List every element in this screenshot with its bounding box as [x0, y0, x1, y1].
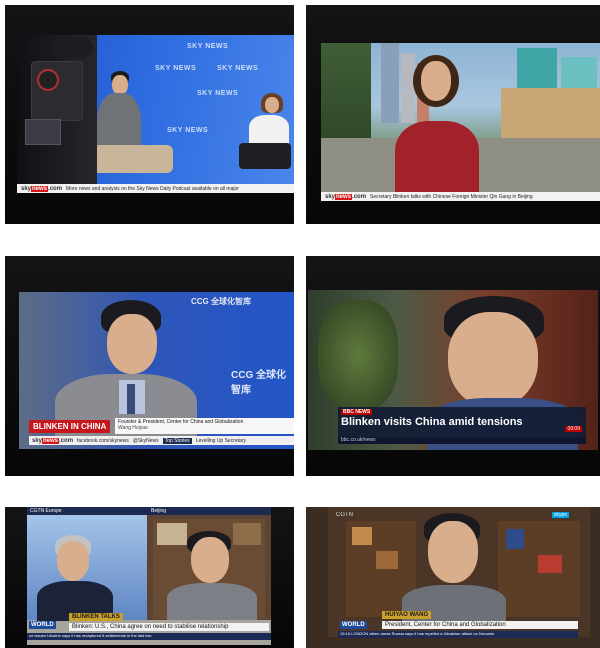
camera-lens-icon [37, 69, 59, 91]
armchair [93, 145, 173, 173]
microphone-icon [51, 37, 93, 57]
news-ticker: ue issues Ukraine says it has recaptured… [27, 633, 271, 640]
plant-foliage [318, 300, 398, 410]
location-label: Beijing [151, 508, 167, 514]
guest-strap: BLINKEN TALKS [69, 613, 123, 621]
guest-name: Wang Huiyao [118, 425, 148, 431]
strap-caption: Blinken: U.S., China agree on need to st… [69, 623, 269, 631]
book [157, 523, 187, 545]
ccg-backdrop-text: CCG 全球化智库 [191, 297, 251, 306]
guest-head [107, 314, 157, 374]
news-ticker: 15:16 LONDON athen areas Russia says it … [338, 631, 578, 638]
headline-text: Blinken visits China amid tensions [341, 416, 523, 428]
sky-news-logo: skynews.com [21, 185, 63, 192]
guest-head [428, 521, 478, 583]
book [233, 523, 261, 545]
tv-photo-cgtn-skype: CGTN skype WORLD HUIYAO WANG President, … [306, 507, 600, 648]
sky-news-logo: skynews.com [32, 437, 74, 444]
footer-link: facebook.com/skynews [77, 437, 129, 444]
book [352, 527, 372, 545]
guest-head [191, 537, 229, 583]
cgtn-header-bar: CGTN Europe Beijing [27, 507, 271, 515]
wall-logo-text: SKY NEWS [155, 65, 197, 72]
tv-screen: SKY NEWS SKY NEWS SKY NEWS SKY NEWS SKY … [17, 35, 294, 193]
tv-photo-sky-interview: CCG 全球化智库 CCG 全球化智库 Founder & President,… [5, 256, 294, 476]
top-stories-badge: Top Stories [162, 437, 192, 444]
tv-photo-correspondent: skynews.com Secretary Blinken talks with… [306, 5, 600, 224]
headline-strap: BLINKEN IN CHINA [29, 420, 111, 433]
lower-third-caption: Founder & President, Center for China an… [115, 418, 294, 434]
wall-logo-text: SKY NEWS [197, 90, 239, 97]
news-ticker: skynews.com Secretary Blinken talks with… [321, 192, 600, 201]
book [506, 529, 524, 549]
channel-label: CGTN Europe [30, 508, 62, 514]
sky-news-logo: skynews.com [325, 193, 367, 200]
tv-screen: skynews.com Secretary Blinken talks with… [321, 43, 600, 201]
strap-caption: President, Center for China and Globaliz… [382, 621, 578, 629]
interviewee-trousers [239, 143, 291, 169]
book [376, 551, 398, 569]
book [538, 555, 562, 573]
tv-screen: CCG 全球化智库 CCG 全球化智库 Founder & President,… [19, 292, 294, 449]
bbc-headline-strap: BBC NEWS Blinken visits China amid tensi… [338, 407, 586, 437]
ticker-text: More news and analysis on the Sky News D… [66, 185, 239, 192]
footer-link: @SkyNews [132, 437, 159, 444]
guest-suit [167, 583, 257, 620]
guest-strap: HUIYAO WANG [382, 611, 432, 619]
correspondent-head [421, 61, 451, 101]
tv-photo-interview-studio: SKY NEWS SKY NEWS SKY NEWS SKY NEWS SKY … [5, 5, 294, 224]
camera-monitor [25, 119, 61, 145]
wall-logo-text: SKY NEWS [187, 43, 229, 50]
skype-logo: skype [552, 512, 570, 518]
tv-screen: CGTN skype WORLD HUIYAO WANG President, … [306, 507, 600, 648]
cgtn-logo: CGTN [336, 512, 353, 518]
world-today-logo: WORLD [29, 621, 56, 629]
building [381, 43, 399, 123]
ticker-text: Secretary Blinken talks with Chinese For… [370, 193, 533, 200]
tv-screen: BBC NEWS Blinken visits China amid tensi… [308, 290, 598, 450]
clock: 09:09 [565, 426, 582, 432]
guest-head [448, 312, 538, 408]
sky-footer-bar: skynews.com facebook.com/skynews @SkyNew… [29, 436, 294, 445]
tv-photo-cgtn-split: CGTN Europe Beijing WORLD BLINKEN TALKS … [5, 507, 294, 648]
tv-screen: CGTN Europe Beijing WORLD BLINKEN TALKS … [27, 507, 271, 645]
interviewee-head [265, 97, 279, 113]
interviewee-top [249, 115, 289, 145]
bbc-news-logo: BBC NEWS [341, 409, 373, 415]
wall-logo-text: SKY NEWS [217, 65, 259, 72]
tv-photo-bbc-news: BBC NEWS Blinken visits China amid tensi… [306, 256, 600, 476]
correspondent-top [395, 121, 479, 195]
bbc-footer-url: bbc.co.uk/news [338, 437, 586, 444]
blinken-head [57, 541, 89, 581]
ticker-text: Levelling Up Secretary [195, 437, 246, 444]
guest-tie [127, 384, 135, 414]
guest-suit [402, 585, 506, 625]
pavilion [501, 88, 600, 138]
interviewer-head [112, 75, 128, 95]
news-ticker: skynews.com More news and analysis on th… [17, 184, 294, 193]
ccg-backdrop-text: CCG 全球化智库 [231, 370, 286, 396]
wall-logo-text: SKY NEWS [167, 127, 209, 134]
world-today-logo: WORLD [340, 621, 367, 629]
camera-icon [31, 61, 83, 121]
